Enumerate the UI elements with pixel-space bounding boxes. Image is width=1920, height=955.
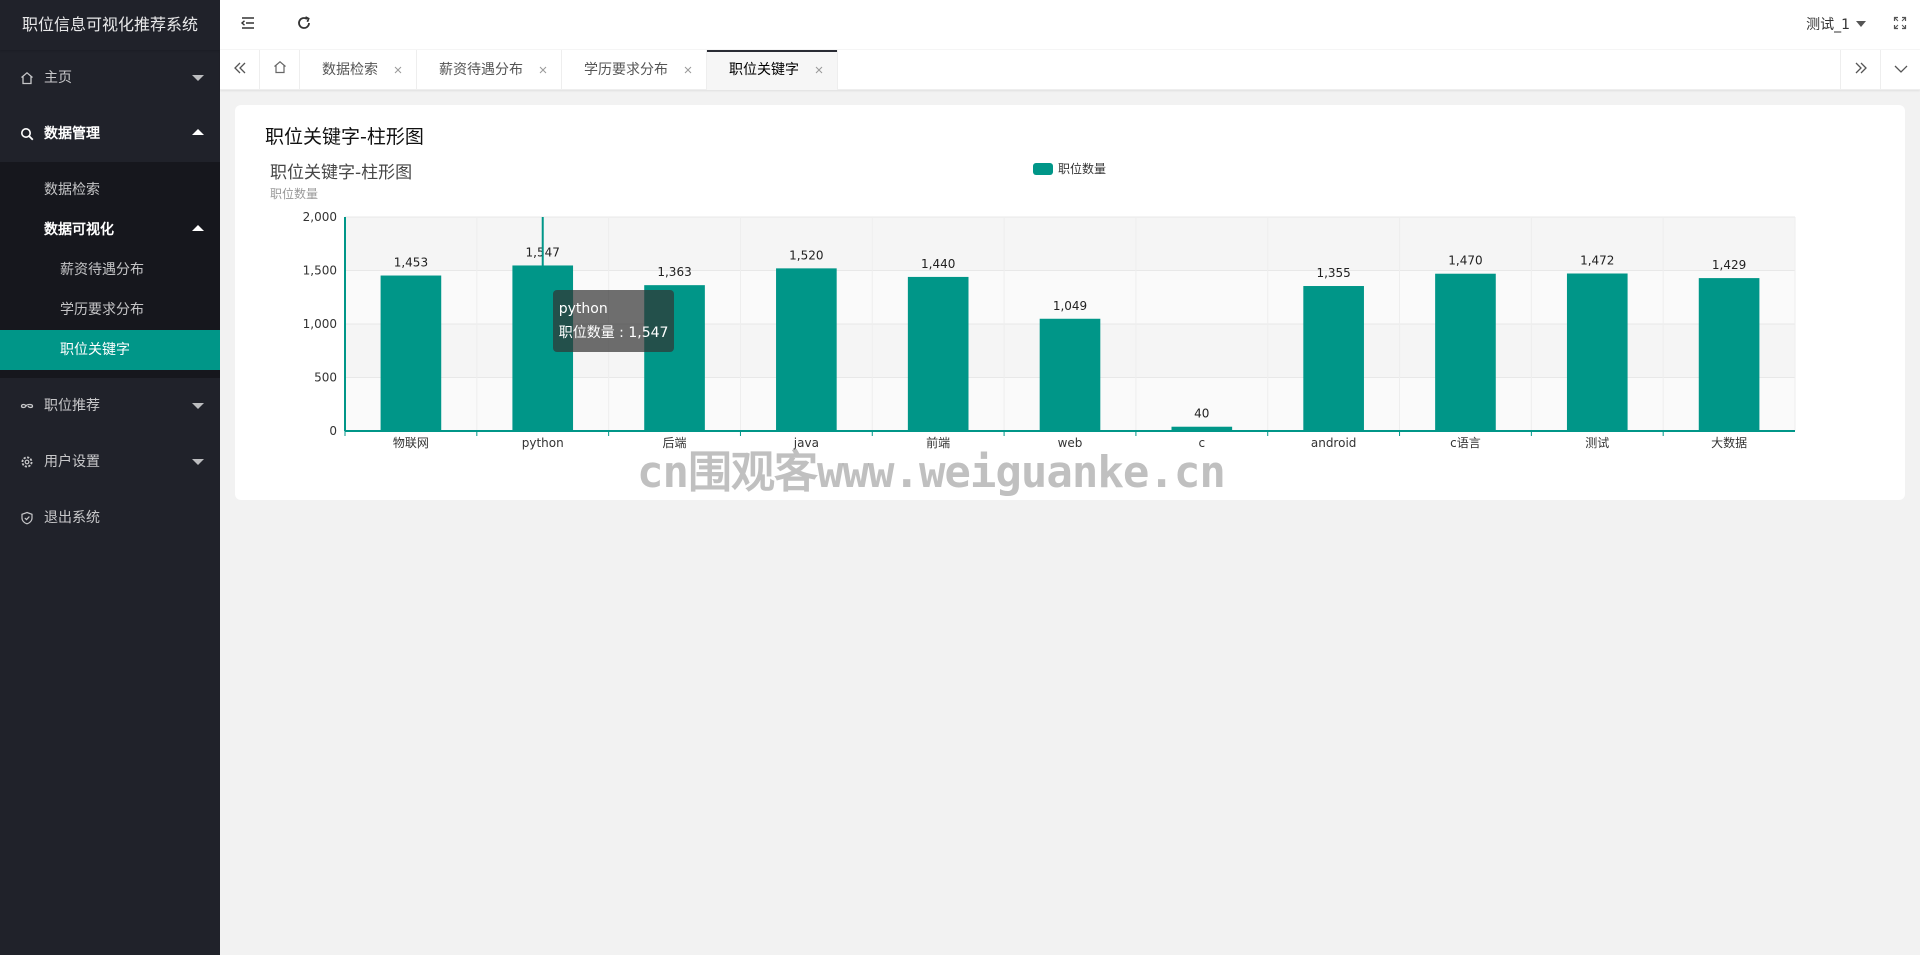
tab-job-keywords[interactable]: 职位关键字 — [707, 50, 838, 90]
user-menu[interactable]: 测试_1 — [1806, 0, 1866, 50]
chevron-down-icon — [1894, 62, 1908, 78]
chevron-up-icon — [192, 129, 204, 135]
sidebar-item-data-visualization[interactable]: 数据可视化 — [0, 210, 220, 250]
tab-list: 数据检索 薪资待遇分布 学历要求分布 职位关键字 — [260, 50, 838, 90]
chevron-down-icon — [192, 403, 204, 409]
tooltip-category: python — [558, 301, 608, 318]
subnav-data-management: 数据检索 数据可视化 薪资待遇分布 学历要求分布 职位关键字 — [0, 162, 220, 378]
chart-tooltip: python 职位数量 : 1,547 — [552, 290, 675, 353]
menu-fold-icon — [240, 16, 256, 34]
collapse-sidebar-button[interactable] — [220, 0, 276, 50]
y-tick-label: 1,000 — [303, 317, 337, 331]
chevron-up-icon — [192, 225, 204, 231]
x-tick-label: 测试 — [1585, 435, 1609, 450]
bar-value-label: 1,049 — [1053, 299, 1087, 313]
sidebar-item-user-settings[interactable]: 用户设置 — [0, 434, 220, 490]
sidebar-item-education-distribution[interactable]: 学历要求分布 — [0, 290, 220, 330]
double-chevron-left-icon — [233, 62, 247, 78]
double-chevron-right-icon — [1854, 62, 1868, 78]
link-icon — [20, 378, 34, 434]
gear-icon — [20, 434, 34, 490]
tab-options-button[interactable] — [1880, 50, 1920, 90]
tab-label: 学历要求分布 — [584, 62, 668, 78]
grid-band — [345, 217, 1795, 271]
sidebar-item-job-keywords[interactable]: 职位关键字 — [0, 330, 220, 370]
refresh-button[interactable] — [276, 0, 332, 50]
search-icon — [20, 106, 34, 162]
sidebar-item-job-recommend[interactable]: 职位推荐 — [0, 378, 220, 434]
sidebar-item-data-search[interactable]: 数据检索 — [0, 170, 220, 210]
x-tick-label: c语言 — [1450, 436, 1481, 450]
sidebar-item-logout[interactable]: 退出系统 — [0, 490, 220, 546]
bar — [1566, 273, 1628, 431]
tab-label: 职位关键字 — [729, 62, 799, 78]
sidebar-item-label: 用户设置 — [44, 454, 100, 470]
sidebar-item-label: 数据管理 — [44, 126, 100, 142]
tab-salary-distribution[interactable]: 薪资待遇分布 — [417, 50, 562, 90]
chevron-down-icon — [192, 75, 204, 81]
x-tick-label: python — [522, 436, 564, 450]
sidebar-item-salary-distribution[interactable]: 薪资待遇分布 — [0, 250, 220, 290]
tab-bar: 数据检索 薪资待遇分布 学历要求分布 职位关键字 — [220, 50, 1920, 90]
x-tick-label: android — [1311, 436, 1357, 450]
y-tick-label: 1,500 — [303, 264, 337, 278]
bar — [1303, 286, 1364, 431]
sidebar: 职位信息可视化推荐系统 主页 数据管理 数据检索 数据可视化 薪资待遇分布 学历… — [0, 0, 220, 955]
x-tick-label: 物联网 — [393, 436, 429, 450]
top-header: 测试_1 — [220, 0, 1920, 50]
tab-scroll-right-button[interactable] — [1840, 50, 1880, 90]
watermark: cn围观客www.weiguanke.cn — [637, 447, 1226, 498]
tab-education-distribution[interactable]: 学历要求分布 — [562, 50, 707, 90]
y-tick-label: 500 — [314, 371, 337, 385]
tooltip-series: 职位数量 — [558, 325, 615, 342]
bar — [380, 275, 442, 431]
bar-value-label: 1,453 — [394, 256, 428, 270]
sidebar-item-label: 主页 — [44, 70, 72, 86]
tab-label: 数据检索 — [322, 62, 378, 78]
bar-value-label: 1,355 — [1316, 266, 1350, 280]
bar-value-label: 1,440 — [921, 257, 955, 271]
app-title: 职位信息可视化推荐系统 — [0, 0, 220, 50]
bar-value-label: 1,520 — [789, 248, 823, 262]
fullscreen-button[interactable] — [1880, 0, 1920, 50]
close-icon[interactable] — [392, 50, 404, 90]
bar — [1435, 273, 1496, 431]
y-tick-label: 0 — [329, 424, 337, 438]
close-icon[interactable] — [682, 50, 694, 90]
bar-value-label: 1,429 — [1712, 258, 1746, 272]
sidebar-item-label: 数据可视化 — [44, 222, 114, 238]
sidebar-item-label: 职位推荐 — [44, 398, 100, 414]
home-icon — [273, 50, 287, 90]
sidebar-item-label: 退出系统 — [44, 510, 100, 526]
refresh-icon — [296, 15, 312, 35]
sidebar-item-home[interactable]: 主页 — [0, 50, 220, 106]
bar — [1171, 426, 1233, 431]
bar — [907, 276, 969, 431]
shield-icon — [20, 490, 34, 546]
bar — [776, 268, 837, 431]
bar — [1698, 278, 1760, 431]
y-tick-label: 2,000 — [303, 210, 337, 224]
tooltip-value: 1,547 — [628, 325, 669, 342]
close-icon[interactable] — [813, 50, 825, 90]
chevron-down-icon — [192, 459, 204, 465]
caret-down-icon — [1856, 21, 1866, 27]
x-tick-label: 大数据 — [1711, 435, 1747, 450]
tooltip-value-line: 职位数量 : 1,547 — [558, 325, 669, 342]
bar-value-label: 1,470 — [1448, 254, 1482, 268]
tab-scroll-left-button[interactable] — [220, 50, 260, 90]
bar-value-label: 40 — [1194, 407, 1209, 421]
close-icon[interactable] — [537, 50, 549, 90]
bar-value-label: 1,472 — [1580, 253, 1614, 267]
home-icon — [20, 50, 34, 106]
sidebar-item-data-management[interactable]: 数据管理 — [0, 106, 220, 162]
tab-home[interactable] — [260, 50, 300, 90]
bar-value-label: 1,363 — [657, 265, 691, 279]
fullscreen-icon — [1893, 16, 1907, 34]
tab-label: 薪资待遇分布 — [439, 62, 523, 78]
user-name: 测试_1 — [1806, 17, 1850, 33]
bar — [1039, 318, 1101, 431]
tab-data-search[interactable]: 数据检索 — [300, 50, 417, 90]
